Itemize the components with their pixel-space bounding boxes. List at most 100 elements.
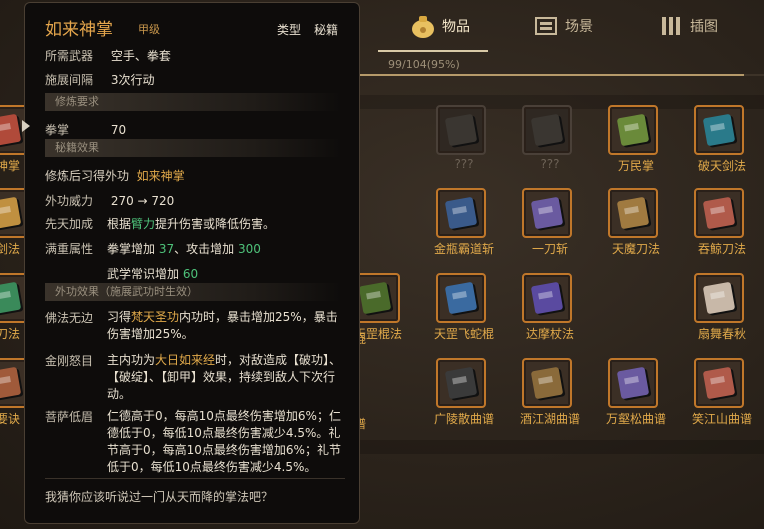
bag-icon	[410, 13, 436, 39]
skill-grade: 甲级	[138, 23, 160, 36]
grid-item[interactable]: 天罡飞蛇棍	[434, 273, 494, 341]
item-slot[interactable]	[694, 358, 744, 408]
item-label: 扇舞春秋	[697, 327, 746, 341]
buddha-text: 习得梵天圣功内功时，暴击增加25%，暴击伤害增加25%。	[107, 309, 345, 343]
book-icon	[0, 113, 22, 147]
book-icon	[0, 281, 22, 315]
grid-item[interactable]: ???	[522, 105, 578, 171]
grid-item[interactable]: 天魔刀法	[608, 188, 664, 256]
buddha-label: 佛法无边	[45, 311, 94, 325]
grid-item[interactable]: 吞鲸刀法	[694, 188, 750, 256]
background-stripe	[360, 440, 764, 454]
book-icon	[444, 113, 478, 147]
grid-item[interactable]: 达摩杖法	[522, 273, 578, 341]
item-slot[interactable]	[522, 105, 572, 155]
innate-post: 提升伤害或降低伤害。	[155, 217, 276, 231]
item-slot[interactable]	[608, 358, 658, 408]
item-label: 吞鲸刀法	[697, 242, 746, 256]
full-line1-v2: 300	[237, 242, 261, 256]
vajra-pre: 主内功为	[107, 353, 156, 367]
grid-item[interactable]: 酒江湖曲谱	[520, 358, 580, 426]
tab-scenes-label: 场景	[565, 19, 593, 35]
grid-item[interactable]: 破天剑法	[694, 105, 750, 173]
effects-section: 秘籍效果	[45, 139, 341, 157]
power-label: 外功威力	[45, 194, 94, 208]
item-slot[interactable]	[522, 358, 572, 408]
vajra-label: 金刚怒目	[45, 354, 94, 368]
grid-item[interactable]: 一刀斩	[522, 188, 578, 256]
grid-item[interactable]: 笑江山曲谱	[692, 358, 752, 426]
grid-item[interactable]: 金瓶霸道斩	[434, 188, 494, 256]
item-slot[interactable]	[694, 188, 744, 238]
tab-items[interactable]: 物品	[410, 8, 470, 44]
interval-label: 施展间隔	[45, 73, 94, 87]
book-icon	[530, 366, 564, 400]
grid-item[interactable]: ???	[436, 105, 492, 171]
item-slot[interactable]	[694, 273, 744, 323]
book-icon	[702, 366, 736, 400]
book-icon	[444, 281, 478, 315]
item-label: 广陵散曲谱	[433, 412, 494, 426]
book-icon	[444, 196, 478, 230]
tab-items-label: 物品	[442, 19, 470, 35]
weapon-label: 所需武器	[45, 49, 94, 63]
book-icon	[530, 281, 564, 315]
item-label: 万壑松曲谱	[605, 412, 666, 426]
tab-illustrations-label: 插图	[690, 19, 718, 35]
power-row: 外功威力 270 → 720	[45, 192, 174, 209]
item-slot[interactable]	[436, 188, 486, 238]
item-label: 天罡飞蛇棍	[433, 327, 494, 341]
item-label: ???	[454, 157, 474, 171]
book-icon	[702, 113, 736, 147]
grid-item[interactable]: 扇舞春秋	[694, 273, 750, 341]
item-slot[interactable]	[608, 188, 658, 238]
item-slot[interactable]	[694, 105, 744, 155]
interval-row: 施展间隔 3次行动	[45, 71, 154, 88]
item-slot[interactable]	[436, 358, 486, 408]
book-icon	[616, 196, 650, 230]
learn-value: 如来神掌	[136, 169, 185, 183]
type-label: 类型	[277, 23, 302, 37]
item-label: 天魔刀法	[611, 242, 660, 256]
full-line2-v: 60	[182, 267, 199, 281]
item-label: 破天剑法	[697, 159, 746, 173]
vajra-text: 主内功为大日如来经时，对敌造成【破功】、【破绽】、【卸甲】效果，持续到敌人下次行…	[107, 352, 345, 403]
innate-label: 先天加成	[45, 217, 94, 231]
item-label: ???	[540, 157, 560, 171]
tab-active-underline	[378, 50, 488, 52]
requirement-value: 70	[110, 123, 127, 137]
weapon-row: 所需武器 空手、拳套	[45, 47, 171, 64]
grid-item[interactable]: 万民掌	[608, 105, 664, 173]
bodhi-label: 菩萨低眉	[45, 410, 94, 424]
item-slot[interactable]	[608, 105, 658, 155]
buddha-pre: 习得	[107, 310, 132, 324]
book-icon	[616, 366, 650, 400]
collection-progress-fill	[360, 74, 744, 76]
grid-item[interactable]: 万壑松曲谱	[606, 358, 666, 426]
innate-row: 先天加成 根据臂力提升伤害或降低伤害。	[45, 215, 275, 232]
illustration-icon	[658, 13, 684, 39]
bodhi-text: 仁德高于0，每高10点最终伤害增加6%；仁德低于0，每低10点最终伤害减少4.5…	[107, 409, 341, 474]
item-slot[interactable]	[522, 273, 572, 323]
full-line1-mid: 、攻击增加	[174, 242, 238, 256]
item-slot[interactable]	[436, 105, 486, 155]
vajra-skill: 大日如来经	[155, 353, 216, 367]
item-label: 金瓶霸道斩	[433, 242, 494, 256]
item-slot[interactable]	[522, 188, 572, 238]
full-label: 满重属性	[45, 242, 94, 256]
collection-progress-text: 99/104(95%)	[388, 58, 460, 71]
full-line1-v1: 37	[158, 242, 175, 256]
tab-illustrations[interactable]: 插图	[658, 8, 718, 44]
grid-item[interactable]: 广陵散曲谱	[434, 358, 494, 426]
item-label: 一刀斩	[531, 242, 568, 256]
book-icon	[358, 281, 392, 315]
innate-attr: 臂力	[131, 217, 156, 231]
book-icon	[530, 196, 564, 230]
item-slot[interactable]	[436, 273, 486, 323]
interval-value: 3次行动	[110, 73, 155, 87]
tab-scenes[interactable]: 场景	[533, 8, 593, 44]
requirements-section: 修炼要求	[45, 93, 341, 111]
book-icon	[0, 196, 22, 230]
innate-pre: 根据	[107, 217, 132, 231]
book-icon	[0, 366, 22, 400]
